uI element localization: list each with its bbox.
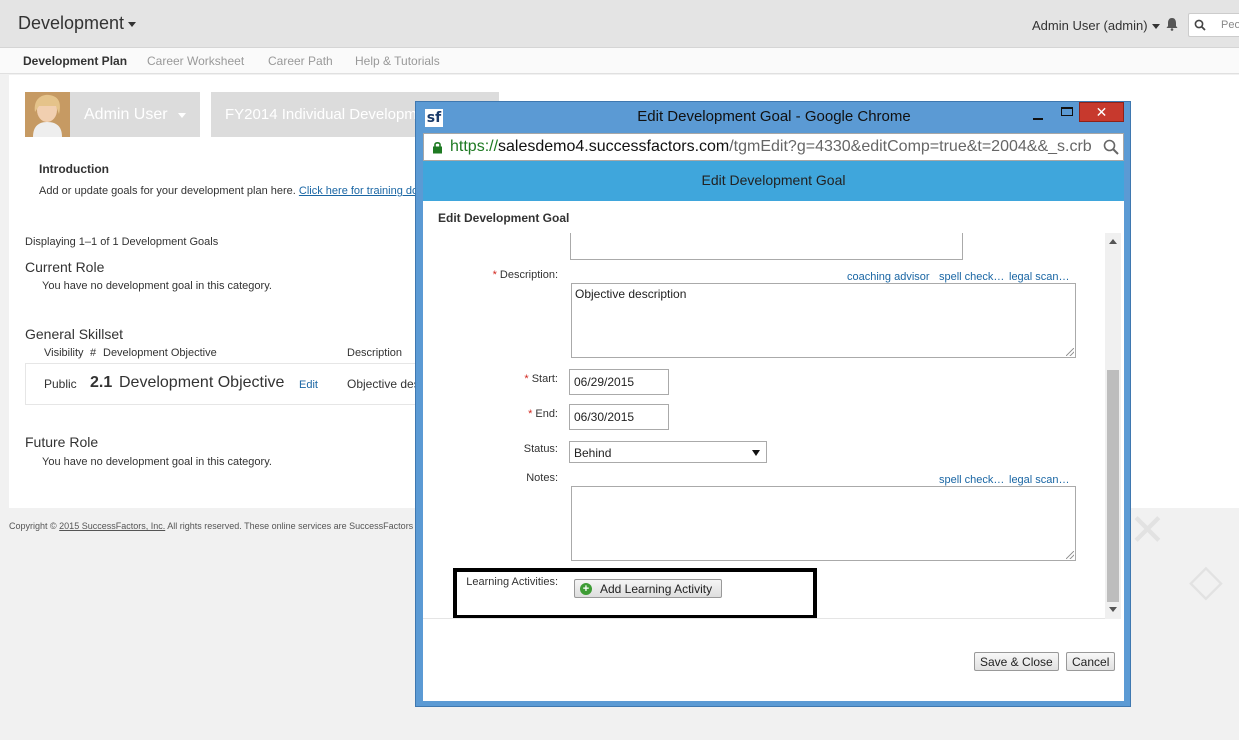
objective-field[interactable]: [570, 233, 963, 260]
status-value: Behind: [574, 446, 612, 460]
chevron-down-icon: [178, 113, 186, 118]
description-label: * Description:: [438, 269, 558, 281]
goal-form: * Description: coaching advisor spell che…: [423, 233, 1121, 619]
required-marker: *: [524, 373, 529, 385]
introduction-body: Add or update goals for your development…: [39, 185, 296, 197]
top-header: Development Admin User (admin) Peo: [0, 0, 1239, 48]
scroll-up-icon[interactable]: [1109, 239, 1117, 244]
resize-grip-icon[interactable]: [1066, 551, 1074, 559]
column-objective: Development Objective: [103, 347, 217, 359]
bell-icon[interactable]: [1165, 17, 1179, 31]
goal-number: 2.1: [90, 374, 113, 391]
start-label: * Start:: [438, 373, 558, 385]
tab-development-plan[interactable]: Development Plan: [23, 54, 127, 68]
column-number: #: [90, 347, 97, 359]
chevron-down-icon: [1151, 24, 1160, 30]
dropdown-arrow-icon: [752, 450, 760, 456]
section-future-role: Future Role: [25, 434, 99, 450]
cancel-button[interactable]: Cancel: [1066, 652, 1116, 671]
goal-visibility: Public: [44, 377, 77, 391]
end-date-input[interactable]: 06/30/2015: [569, 404, 669, 430]
window-title: Edit Development Goal - Google Chrome: [637, 108, 911, 125]
chrome-popup-window: sf Edit Development Goal - Google Chrome…: [415, 101, 1131, 707]
dialog-header: Edit Development Goal: [423, 161, 1124, 201]
add-learning-activity-label: Add Learning Activity: [600, 582, 713, 596]
sub-navigation: Development Plan Career Worksheet Career…: [0, 48, 1239, 74]
notes-spell-check-link[interactable]: spell check…: [939, 474, 1004, 486]
tab-career-worksheet[interactable]: Career Worksheet: [147, 54, 244, 68]
tab-help-tutorials[interactable]: Help & Tutorials: [355, 54, 440, 68]
search-icon[interactable]: [1103, 139, 1119, 155]
end-label: * End:: [438, 408, 558, 420]
user-menu[interactable]: Admin User (admin): [1032, 18, 1160, 33]
tab-career-path[interactable]: Career Path: [268, 54, 333, 68]
people-search-input[interactable]: Peo: [1188, 13, 1239, 37]
description-spell-check-link[interactable]: spell check…: [939, 271, 1004, 283]
start-date-input[interactable]: 06/29/2015: [569, 369, 669, 395]
app-switcher[interactable]: Development: [18, 13, 137, 34]
form-scrollbar[interactable]: [1105, 233, 1121, 619]
current-role-empty-note: You have no development goal in this cat…: [42, 280, 272, 292]
dialog-subtitle: Edit Development Goal: [438, 211, 570, 225]
search-icon: [1194, 19, 1206, 31]
chevron-down-icon: [128, 21, 137, 27]
column-description: Description: [347, 347, 403, 359]
url-host: salesdemo4.successfactors.com: [498, 138, 730, 155]
search-placeholder: Peo: [1221, 19, 1239, 31]
section-general-skillset: General Skillset: [25, 326, 124, 342]
user-selector-label: Admin User: [84, 106, 168, 123]
address-bar[interactable]: https://salesdemo4.successfactors.com/tg…: [423, 133, 1124, 161]
end-date-value: 06/30/2015: [574, 410, 635, 424]
plus-icon: +: [580, 583, 592, 595]
minimize-button[interactable]: [1033, 118, 1043, 120]
maximize-button[interactable]: [1061, 107, 1073, 116]
goal-row: Public 2.1 Development Objective Edit Ob…: [25, 363, 458, 405]
column-visibility: Visibility: [44, 347, 84, 359]
resize-grip-icon[interactable]: [1066, 348, 1074, 356]
add-learning-activity-button[interactable]: + Add Learning Activity: [574, 579, 722, 598]
status-label: Status:: [523, 443, 558, 455]
lock-icon: [433, 141, 442, 154]
notes-textarea[interactable]: [571, 486, 1076, 561]
notes-legal-scan-link[interactable]: legal scan…: [1009, 474, 1070, 486]
user-menu-label: Admin User (admin): [1032, 18, 1148, 33]
save-close-button[interactable]: Save & Close: [974, 652, 1059, 671]
notes-label: Notes:: [526, 472, 558, 484]
section-current-role: Current Role: [25, 259, 105, 275]
url-scheme: https://: [450, 138, 499, 155]
end-label-text: End:: [535, 408, 558, 420]
copyright-link[interactable]: 2015 SuccessFactors, Inc.: [59, 521, 165, 531]
description-legal-scan-link[interactable]: legal scan…: [1009, 271, 1070, 283]
coaching-advisor-link[interactable]: coaching advisor: [847, 271, 930, 283]
future-role-empty-note: You have no development goal in this cat…: [42, 456, 272, 468]
description-value: Objective description: [575, 287, 687, 301]
learning-activities-label: Learning Activities:: [466, 576, 558, 588]
close-icon: ✕: [1095, 104, 1108, 120]
url-text: https://salesdemo4.successfactors.com/tg…: [450, 138, 1092, 156]
goal-name: Development Objective: [119, 374, 285, 391]
description-label-text: Description:: [499, 269, 558, 281]
introduction-text: Add or update goals for your development…: [39, 185, 460, 197]
introduction-title: Introduction: [39, 162, 109, 176]
start-label-text: Start:: [531, 373, 558, 385]
required-marker: *: [528, 408, 533, 420]
copyright-prefix: Copyright ©: [9, 521, 57, 531]
start-date-value: 06/29/2015: [574, 375, 635, 389]
avatar: [25, 92, 70, 137]
introduction-box: Introduction Add or update goals for you…: [25, 149, 460, 201]
app-title: Development: [18, 13, 125, 33]
status-select[interactable]: Behind: [569, 441, 767, 463]
url-path: /tgmEdit?g=4330&editComp=true&t=2004&&_s…: [729, 138, 1092, 155]
goals-count: Displaying 1–1 of 1 Development Goals: [25, 236, 219, 248]
description-textarea[interactable]: Objective description: [571, 283, 1076, 358]
edit-goal-dialog: Edit Development Goal Edit Development G…: [423, 161, 1124, 701]
scroll-thumb[interactable]: [1107, 370, 1119, 602]
scroll-down-icon[interactable]: [1109, 607, 1117, 612]
goal-edit-link[interactable]: Edit: [299, 379, 318, 391]
close-window-button[interactable]: ✕: [1079, 102, 1124, 122]
user-selector-button[interactable]: Admin User: [70, 92, 200, 137]
required-marker: *: [492, 269, 497, 281]
